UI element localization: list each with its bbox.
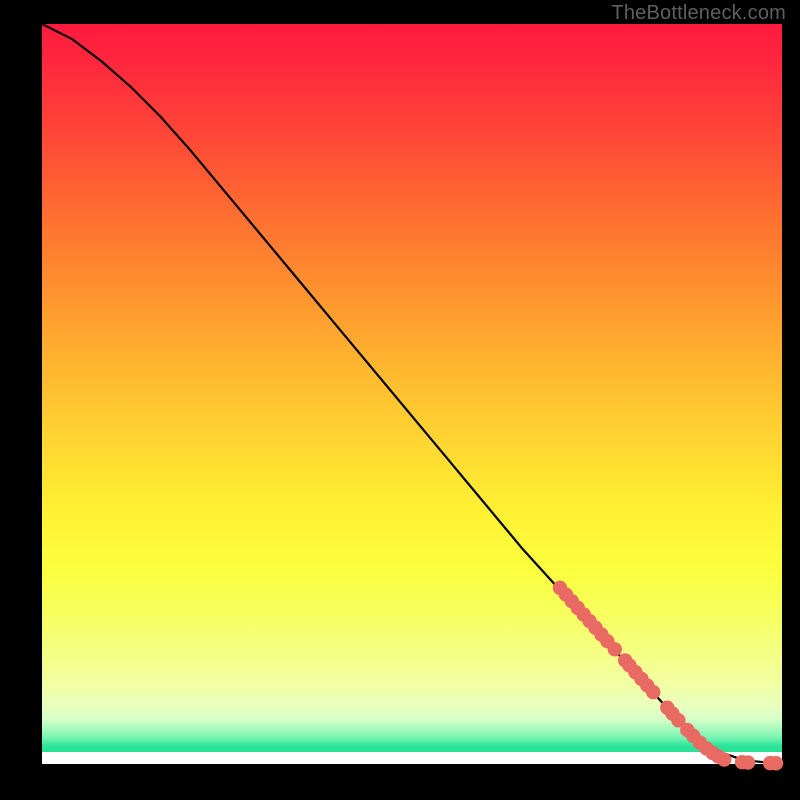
curve-svg	[42, 24, 782, 764]
data-marker	[741, 755, 755, 769]
plot-area	[42, 24, 782, 764]
data-marker	[608, 642, 622, 656]
chart-frame: TheBottleneck.com	[0, 0, 800, 800]
watermark-text: TheBottleneck.com	[611, 2, 786, 25]
bottleneck-curve	[42, 24, 782, 763]
data-marker	[646, 685, 660, 699]
data-marker	[717, 752, 731, 766]
data-markers	[553, 581, 783, 771]
data-marker	[769, 756, 783, 770]
